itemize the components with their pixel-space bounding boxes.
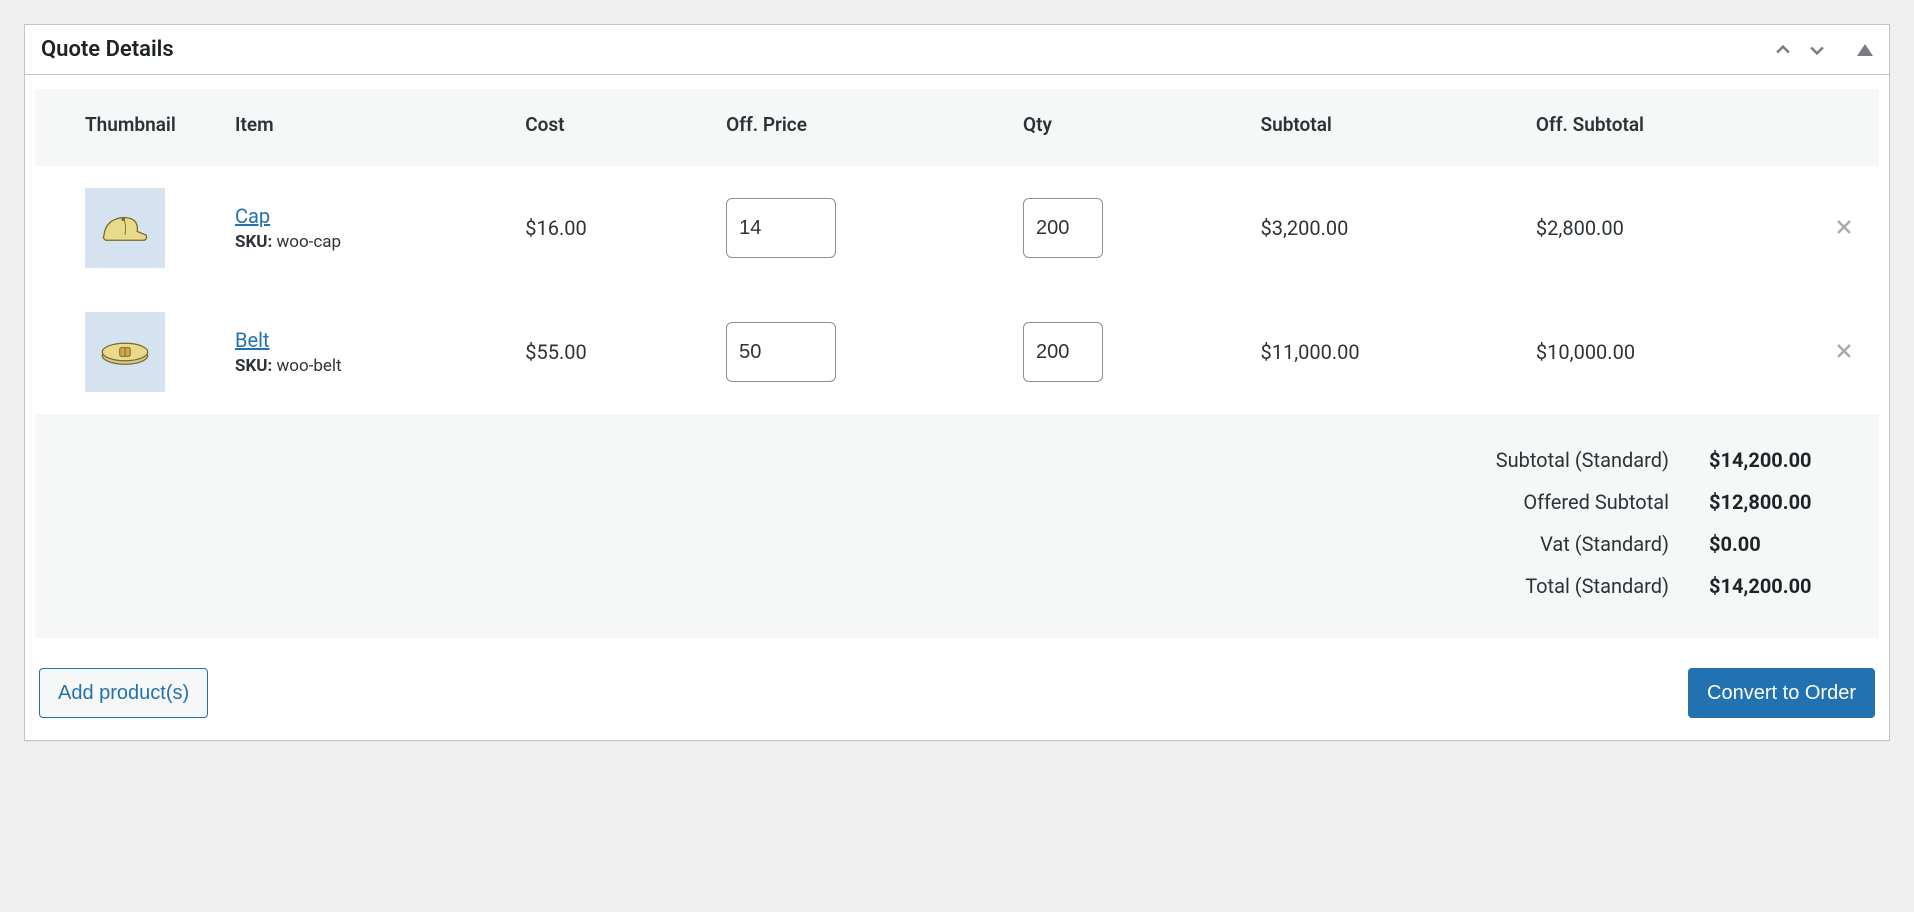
qty-input[interactable]: [1023, 322, 1103, 382]
sku-value: woo-belt: [277, 356, 342, 376]
qty-cell: [1003, 290, 1241, 414]
off-price-cell: [706, 290, 1003, 414]
product-link[interactable]: Belt: [235, 328, 269, 352]
sku-label: SKU:: [235, 232, 272, 252]
subtotal-cell: $11,000.00: [1241, 290, 1516, 414]
belt-icon: [97, 330, 153, 374]
cap-icon: [97, 206, 153, 250]
sku-line: SKU: woo-cap: [235, 232, 485, 252]
totals-value: $0.00: [1669, 532, 1849, 556]
convert-to-order-button[interactable]: Convert to Order: [1688, 668, 1875, 718]
qty-cell: [1003, 166, 1241, 290]
col-header-cost: Cost: [505, 89, 706, 166]
close-icon[interactable]: [1836, 219, 1852, 235]
totals-label: Total (Standard): [1496, 574, 1669, 598]
panel-header: Quote Details: [25, 25, 1889, 75]
quote-details-panel: Quote Details Thumbnail Item Cost Off. P…: [24, 24, 1890, 741]
off-subtotal-cell: $10,000.00: [1516, 290, 1809, 414]
cost-cell: $16.00: [505, 166, 706, 290]
sku-line: SKU: woo-belt: [235, 356, 485, 376]
totals-value: $14,200.00: [1669, 574, 1849, 598]
add-products-button[interactable]: Add product(s): [39, 668, 208, 718]
remove-cell: [1809, 290, 1879, 414]
totals-value: $14,200.00: [1669, 448, 1849, 472]
chevron-down-icon[interactable]: [1807, 40, 1827, 60]
table-wrap: Thumbnail Item Cost Off. Price Qty Subto…: [25, 75, 1889, 648]
sku-label: SKU:: [235, 356, 272, 376]
off-price-input[interactable]: [726, 322, 836, 382]
off-price-cell: [706, 166, 1003, 290]
col-header-off-price: Off. Price: [706, 89, 1003, 166]
cost-cell: $55.00: [505, 290, 706, 414]
off-price-input[interactable]: [726, 198, 836, 258]
totals-value: $12,800.00: [1669, 490, 1849, 514]
totals-label: Vat (Standard): [1496, 532, 1669, 556]
product-thumbnail: [85, 188, 165, 268]
off-subtotal-cell: $2,800.00: [1516, 166, 1809, 290]
totals-label: Offered Subtotal: [1496, 490, 1669, 514]
col-header-remove: [1809, 89, 1879, 166]
thumbnail-cell: [35, 166, 215, 290]
table-row: Belt SKU: woo-belt $55.00 $11,00: [35, 290, 1879, 414]
col-header-item: Item: [215, 89, 505, 166]
item-name: Cap: [235, 204, 485, 228]
totals-label: Subtotal (Standard): [1496, 448, 1669, 472]
product-thumbnail: [85, 312, 165, 392]
panel-title: Quote Details: [41, 37, 174, 62]
item-cell: Belt SKU: woo-belt: [215, 290, 505, 414]
subtotal-cell: $3,200.00: [1241, 166, 1516, 290]
item-cell: Cap SKU: woo-cap: [215, 166, 505, 290]
totals-grid: Subtotal (Standard) $14,200.00 Offered S…: [65, 448, 1849, 598]
col-header-off-subtotal: Off. Subtotal: [1516, 89, 1809, 166]
thumbnail-cell: [35, 290, 215, 414]
col-header-thumbnail: Thumbnail: [35, 89, 215, 166]
items-table: Thumbnail Item Cost Off. Price Qty Subto…: [35, 89, 1879, 414]
product-link[interactable]: Cap: [235, 204, 270, 228]
footer-bar: Add product(s) Convert to Order: [25, 648, 1889, 740]
chevron-up-icon[interactable]: [1773, 40, 1793, 60]
close-icon[interactable]: [1836, 343, 1852, 359]
totals-block: Subtotal (Standard) $14,200.00 Offered S…: [35, 414, 1879, 638]
table-row: Cap SKU: woo-cap $16.00 $3,200.0: [35, 166, 1879, 290]
remove-cell: [1809, 166, 1879, 290]
col-header-qty: Qty: [1003, 89, 1241, 166]
col-header-subtotal: Subtotal: [1241, 89, 1516, 166]
qty-input[interactable]: [1023, 198, 1103, 258]
collapse-toggle-icon[interactable]: [1857, 44, 1873, 56]
sku-value: woo-cap: [277, 232, 342, 252]
item-name: Belt: [235, 328, 485, 352]
panel-header-actions: [1773, 40, 1873, 60]
